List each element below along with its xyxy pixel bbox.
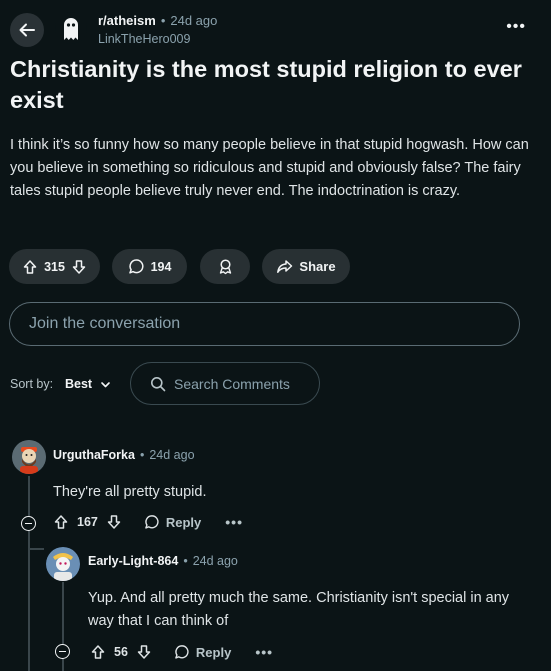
share-button[interactable]: Share [262,249,350,284]
award-button[interactable] [200,249,250,284]
comment-bubble-icon [128,258,145,275]
comment-username[interactable]: Early-Light-864 [88,554,178,568]
comment-bubble-icon [144,514,160,530]
comment-text: Yup. And all pretty much the same. Chris… [88,590,510,629]
collapse-thread-button[interactable] [55,644,70,659]
share-label: Share [299,259,336,274]
meta-separator: • [160,13,166,28]
reply-button[interactable]: Reply [174,644,231,660]
thread-line[interactable] [28,476,30,671]
search-icon [150,376,166,392]
minus-icon [25,522,32,525]
post-title: Christianity is the most stupid religion… [10,56,522,113]
user-avatar[interactable] [12,440,46,474]
comment-count: 194 [150,259,172,274]
user-avatar[interactable] [46,547,80,581]
post-vote-control: 315 [9,249,100,284]
subreddit-avatar[interactable] [55,12,87,44]
comment-text: They're all pretty stupid. [53,484,207,500]
reply-label: Reply [195,644,232,660]
comment-vote-count: 56 [114,645,128,659]
comment-username[interactable]: UrguthaForka [53,448,135,462]
comment-age: 24d ago [149,448,195,462]
comment-bubble-icon [174,644,190,660]
collapse-thread-button[interactable] [21,516,36,531]
minus-icon [59,650,66,653]
award-icon [217,258,234,275]
comments-button[interactable]: 194 [112,249,187,284]
upvote-arrow-icon[interactable] [90,644,106,660]
comment-more-options-button[interactable]: ••• [255,644,273,660]
join-conversation-input[interactable] [29,315,499,333]
search-comments-box[interactable] [130,362,320,405]
post-vote-count: 315 [44,259,65,274]
reply-button[interactable]: Reply [144,514,201,530]
post-author[interactable]: LinkTheHero009 [98,32,190,46]
comment-vote-count: 167 [77,515,98,529]
back-button[interactable] [10,13,44,47]
ghost-avatar-icon [64,18,78,40]
post-more-options-button[interactable]: ••• [506,19,526,35]
meta-separator: • [139,448,145,462]
sort-label: Sort by: [10,377,54,391]
share-arrow-icon [276,258,293,275]
comment-age: 24d ago [192,554,238,568]
snoo-avatar-icon [12,440,46,474]
arrow-left-icon [18,21,36,39]
downvote-arrow-icon[interactable] [106,514,122,530]
sort-value: Best [65,377,93,391]
meta-separator: • [183,554,188,568]
comment-more-options-button[interactable]: ••• [225,514,243,530]
comment-composer[interactable] [9,302,520,346]
subreddit-name[interactable]: r/atheism [98,13,156,28]
reply-label: Reply [165,514,202,530]
post-age: 24d ago [170,13,218,28]
search-comments-input[interactable] [174,375,314,392]
post-body: I think it’s so funny how so many people… [10,137,529,199]
chevron-down-icon [100,379,111,390]
upvote-arrow-icon[interactable] [22,259,38,275]
upvote-arrow-icon[interactable] [53,514,69,530]
snoo-avatar-icon [46,547,80,581]
sort-dropdown[interactable]: Best [65,372,111,396]
thread-branch-line [28,548,44,550]
downvote-arrow-icon[interactable] [136,644,152,660]
downvote-arrow-icon[interactable] [71,259,87,275]
